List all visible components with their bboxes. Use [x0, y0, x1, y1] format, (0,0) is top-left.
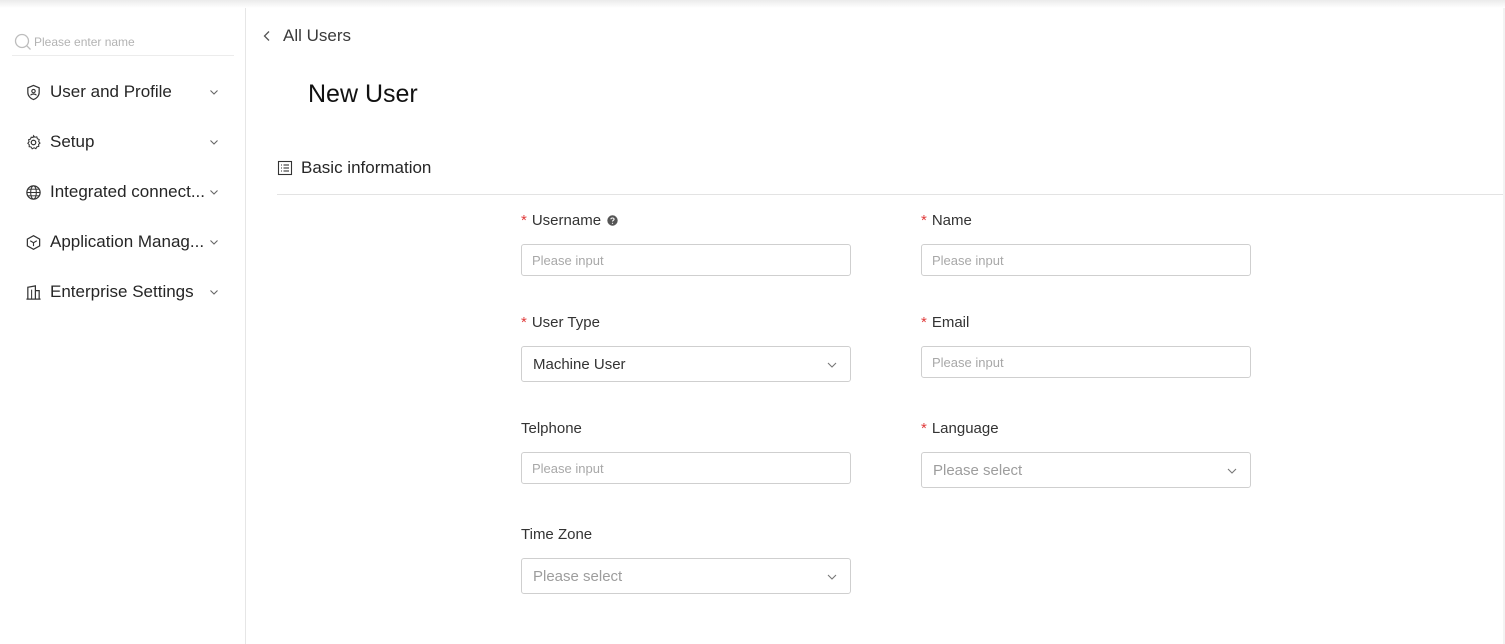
telphone-label-text: Telphone: [521, 419, 582, 437]
section-divider: [277, 194, 1505, 195]
section-header: Basic information: [277, 156, 431, 180]
list-document-icon: [277, 160, 293, 176]
user-type-label: * User Type: [521, 312, 600, 332]
back-link-label: All Users: [283, 26, 352, 45]
help-icon[interactable]: [607, 214, 618, 226]
chevron-down-icon: [210, 190, 218, 195]
username-input[interactable]: [521, 244, 851, 276]
telphone-input[interactable]: [521, 452, 851, 484]
sidebar-item-label: Setup: [50, 132, 95, 151]
username-label-text: Username: [531, 211, 602, 229]
back-to-all-users-link[interactable]: All Users: [260, 24, 351, 48]
sidebar-item-user-and-profile[interactable]: User and Profile: [24, 78, 224, 106]
chevron-down-icon: [210, 140, 218, 145]
user-type-value: Machine User: [533, 355, 626, 373]
language-placeholder: Please select: [933, 461, 1023, 479]
name-input[interactable]: [921, 244, 1251, 276]
required-mark: *: [921, 313, 927, 331]
sidebar-item-integrated-connect[interactable]: Integrated connect...: [24, 178, 224, 206]
language-label-text: Language: [931, 419, 999, 437]
time-zone-label-text: Time Zone: [521, 525, 593, 543]
required-mark: *: [921, 211, 927, 229]
telphone-label: Telphone: [521, 418, 582, 438]
email-label: * Email: [921, 312, 969, 332]
user-type-select[interactable]: Machine User: [521, 346, 851, 382]
chevron-down-icon: [210, 90, 218, 95]
username-label: * Username: [521, 210, 618, 230]
top-bar-shadow: [0, 0, 1505, 8]
chevron-down-icon: [827, 362, 837, 368]
required-mark: *: [521, 211, 527, 229]
required-mark: *: [521, 313, 527, 331]
language-label: * Language: [921, 418, 999, 438]
language-select[interactable]: Please select: [921, 452, 1251, 488]
sidebar-item-enterprise-settings[interactable]: Enterprise Settings: [24, 278, 224, 306]
chevron-down-icon: [210, 290, 218, 295]
sidebar-item-label: Integrated connect...: [50, 182, 205, 201]
time-zone-label: Time Zone: [521, 524, 592, 544]
cube-icon: [24, 233, 42, 251]
sidebar-search: [12, 28, 234, 56]
sidebar-search-input[interactable]: [34, 34, 224, 49]
email-input[interactable]: [921, 346, 1251, 378]
sidebar-item-application-management[interactable]: Application Manag...: [24, 228, 224, 256]
section-title: Basic information: [301, 158, 432, 177]
chevron-down-icon: [827, 574, 837, 580]
gear-icon: [24, 133, 42, 151]
sidebar-item-label: User and Profile: [50, 82, 172, 101]
name-label: * Name: [921, 210, 972, 230]
globe-icon: [24, 183, 42, 201]
sidebar: User and Profile Setup Integrated connec…: [0, 8, 246, 644]
required-mark: *: [921, 419, 927, 437]
time-zone-select[interactable]: Please select: [521, 558, 851, 594]
user-type-label-text: User Type: [531, 313, 600, 331]
sidebar-item-setup[interactable]: Setup: [24, 128, 224, 156]
time-zone-placeholder: Please select: [533, 567, 623, 585]
page-title: New User: [308, 80, 418, 108]
email-label-text: Email: [931, 313, 970, 331]
chevron-left-icon: [263, 31, 270, 41]
chevron-down-icon: [210, 240, 218, 245]
search-icon: [14, 33, 31, 50]
building-icon: [24, 283, 42, 301]
sidebar-item-label: Enterprise Settings: [50, 282, 194, 301]
sidebar-item-label: Application Manag...: [50, 232, 205, 251]
chevron-down-icon: [1227, 468, 1237, 474]
shield-user-icon: [24, 83, 42, 101]
name-label-text: Name: [931, 211, 972, 229]
